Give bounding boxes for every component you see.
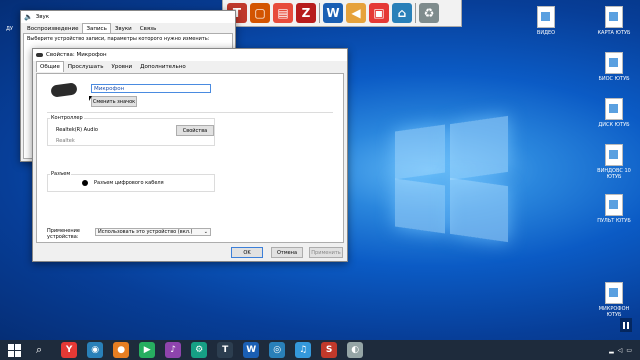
separator <box>415 3 416 23</box>
sound-window-instruction: Выберите устройство записи, параметры ко… <box>27 36 210 42</box>
usage-select[interactable]: Использовать это устройство (вкл.) ⌄ <box>95 228 211 236</box>
tab-levels[interactable]: Уровни <box>108 61 137 72</box>
controller-group: Контроллер Realtek(R) Audio Realtek Свой… <box>47 115 215 146</box>
file-icon <box>605 52 623 74</box>
desktop-icon-disk[interactable]: ДИСК ЮТУБ <box>594 98 634 128</box>
yandex-browser-icon[interactable]: Y <box>61 342 78 358</box>
sound-window-titlebar: 🔈 Звук <box>21 11 235 23</box>
jack-dot-icon <box>82 180 88 186</box>
bag-icon[interactable]: ▣ <box>369 3 389 23</box>
desktop-icon-label: МИКРОФОН ЮТУБ <box>598 306 630 318</box>
ok-button[interactable]: OK <box>231 247 263 258</box>
separator <box>319 3 320 23</box>
jack-group: Разъем Разъем цифрового кабеля <box>47 171 215 192</box>
book-icon[interactable]: ▤ <box>273 3 293 23</box>
settings-icon[interactable]: ⚙ <box>191 342 208 358</box>
file-icon <box>605 98 623 120</box>
notification-icon[interactable]: ▭ <box>626 347 632 354</box>
controller-name: Realtek(R) Audio <box>56 127 98 133</box>
start-button[interactable] <box>6 342 22 358</box>
sound-icon[interactable]: S <box>321 342 338 358</box>
desktop-icon-label: ПУЛЬТ ЮТУБ <box>597 218 631 224</box>
desktop-icon-label: БИОС ЮТУБ <box>598 76 630 82</box>
cancel-button[interactable]: Отмена <box>271 247 303 258</box>
screen-capture-icon[interactable]: ▢ <box>250 3 270 23</box>
properties-window: Свойства: Микрофон Общие Прослушать Уров… <box>32 48 348 262</box>
usage-select-value: Использовать это устройство (вкл.) <box>98 229 193 235</box>
desktop-icon-pult[interactable]: ПУЛЬТ ЮТУБ <box>594 194 634 224</box>
device-name-input[interactable] <box>91 84 211 93</box>
desktop-icon-video[interactable]: ВИДЕО <box>526 6 566 36</box>
desktop-icon-label: ВИДЕО <box>536 30 556 36</box>
general-panel: Сменить значок Контроллер Realtek(R) Aud… <box>36 73 344 243</box>
desktop-icon-windows10[interactable]: ВИНДОВС 10 ЮТУБ <box>594 144 634 180</box>
controller-vendor: Realtek <box>56 138 75 144</box>
properties-titlebar: Свойства: Микрофон <box>33 49 347 61</box>
system-tray: ▂ ◁ ▭ <box>609 347 640 354</box>
desktop-icon-label: ВИНДОВС 10 ЮТУБ <box>597 168 631 180</box>
quick-launch-toolbar: T ▢ ▤ Z W ◀ ▣ ⌂ ♻ <box>222 0 462 27</box>
tab-listen[interactable]: Прослушать <box>64 61 108 72</box>
pin-icon[interactable]: ⌂ <box>392 3 412 23</box>
camera-icon[interactable]: ◎ <box>269 342 286 358</box>
desktop-icon-bios[interactable]: БИОС ЮТУБ <box>594 52 634 82</box>
usage-label: Применение устройства: <box>47 228 80 240</box>
apply-button[interactable]: Применить <box>309 247 343 258</box>
pause-icon[interactable] <box>620 318 632 332</box>
change-icon-button[interactable]: Сменить значок <box>91 96 137 107</box>
video-icon[interactable]: ▶ <box>139 342 156 358</box>
windows-logo-pane <box>395 124 445 180</box>
windows-logo-pane <box>450 177 508 243</box>
network-icon[interactable]: ▂ <box>609 347 614 354</box>
microphone-icon <box>36 53 43 57</box>
separator <box>47 112 333 113</box>
jack-text: Разъем цифрового кабеля <box>94 180 164 186</box>
sound-window-title: Звук <box>35 14 50 20</box>
speaker-icon: 🔈 <box>24 13 33 21</box>
file-icon <box>605 144 623 166</box>
desktop-icon-karta[interactable]: КАРТА ЮТУБ <box>594 6 634 36</box>
taskbar: ⌕ Y ◉ ● ▶ ♪ ⚙ T W ◎ ♫ S ◐ ▂ ◁ ▭ <box>0 340 640 360</box>
desktop-icon-label: ДИСК ЮТУБ <box>598 122 630 128</box>
recycle-bin-icon[interactable]: ♻ <box>419 3 439 23</box>
megaphone-icon[interactable]: ◀ <box>346 3 366 23</box>
word-icon[interactable]: W <box>243 342 260 358</box>
music-icon[interactable]: ♫ <box>295 342 312 358</box>
jack-label: Разъем <box>50 171 72 177</box>
controller-properties-button[interactable]: Свойства <box>176 125 214 136</box>
controller-label: Контроллер <box>50 115 84 121</box>
windows-logo-pane <box>395 178 445 234</box>
tab-advanced[interactable]: Дополнительно <box>136 61 190 72</box>
app-t-icon[interactable]: T <box>217 342 234 358</box>
left-edge-label: ДУ <box>6 26 13 32</box>
desktop-icon-label: КАРТА ЮТУБ <box>597 30 631 36</box>
file-icon <box>605 194 623 216</box>
desktop: ДУ T ▢ ▤ Z W ◀ ▣ ⌂ ♻ ВИДЕО КАРТА ЮТУБ БИОС ЮТУБ … <box>0 0 640 340</box>
filezilla-icon[interactable]: Z <box>296 3 316 23</box>
search-icon[interactable]: ⌕ <box>36 343 42 357</box>
app-icon[interactable]: ◉ <box>87 342 104 358</box>
firefox-icon[interactable]: ● <box>113 342 130 358</box>
volume-icon[interactable]: ◁ <box>618 347 623 354</box>
mouse-cursor-icon <box>89 96 92 101</box>
properties-title: Свойства: Микрофон <box>46 52 107 58</box>
taskbar-pinned-apps: Y ◉ ● ▶ ♪ ⚙ T W ◎ ♫ S ◐ <box>56 342 368 358</box>
chevron-down-icon: ⌄ <box>203 229 208 235</box>
media-icon[interactable]: ♪ <box>165 342 182 358</box>
windows-logo-pane <box>450 115 508 181</box>
file-icon <box>605 282 623 304</box>
desktop-icon-mikrofon[interactable]: МИКРОФОН ЮТУБ <box>594 282 634 318</box>
word-icon[interactable]: W <box>323 3 343 23</box>
tab-general[interactable]: Общие <box>36 61 64 72</box>
properties-tabs: Общие Прослушать Уровни Дополнительно <box>33 61 347 72</box>
file-icon <box>605 6 623 28</box>
explorer-icon[interactable]: ◐ <box>347 342 364 358</box>
microphone-device-icon <box>50 82 78 98</box>
file-icon <box>537 6 555 28</box>
